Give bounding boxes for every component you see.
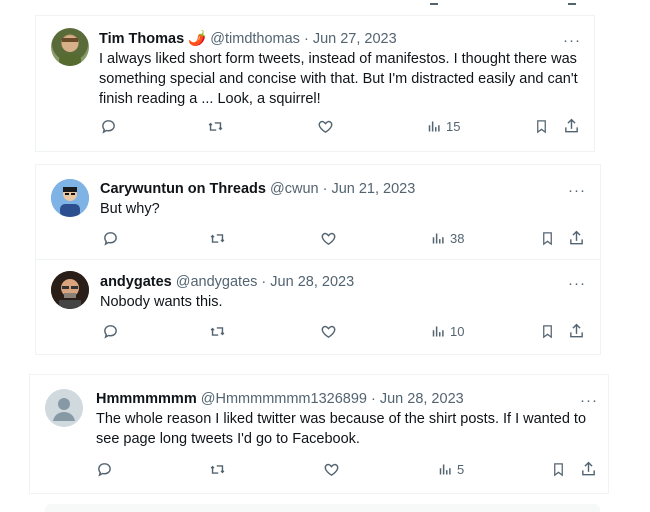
views-count: 10 [450,324,465,339]
like-icon [324,463,339,477]
default-avatar[interactable] [45,389,83,427]
retweet-icon [210,465,225,474]
reply-icon [98,463,111,477]
display-name[interactable]: Hmmmmmmm [96,391,197,407]
share-button[interactable] [568,322,585,340]
like-icon [318,120,333,134]
like-button[interactable] [320,323,337,340]
views-count: 15 [446,119,461,134]
like-button[interactable] [320,230,337,247]
retweet-icon [210,234,225,243]
retweet-button[interactable] [208,461,227,478]
next-tweet-partial [45,504,600,512]
reply-button[interactable] [100,118,117,135]
retweet-icon [208,122,223,131]
reply-button[interactable] [102,230,119,247]
divider [36,259,600,260]
like-icon [321,325,336,339]
tweet-text: I always liked short form tweets, instea… [99,51,578,107]
bookmark-icon [543,232,552,246]
bookmark-button[interactable] [534,118,549,135]
tweet-card: Hmmmmmmm @Hmmmmmmm1326899 · Jun 28, 2023… [29,374,609,494]
tweet-card: Tim Thomas 🌶️ @timdthomas · Jun 27, 2023… [35,15,595,152]
retweet-button[interactable] [206,118,225,135]
tweet-header: andygates @andygates · Jun 28, 2023 [100,273,354,291]
share-icon [570,230,583,245]
display-name[interactable]: Carywuntun on Threads [100,181,266,197]
views-icon [439,464,451,475]
views-count: 38 [450,231,465,246]
display-name[interactable]: Tim Thomas 🌶️ [99,31,206,47]
bookmark-button[interactable] [540,323,555,340]
display-name[interactable]: andygates [100,274,172,290]
retweet-button[interactable] [208,230,227,247]
like-icon [321,232,336,246]
bookmark-icon [537,120,546,134]
handle-date[interactable]: @timdthomas · Jun 27, 2023 [210,31,396,47]
previous-tweet-partial [420,0,590,6]
more-options-button[interactable]: ··· [580,393,598,408]
tweet-text: But why? [100,201,160,217]
retweet-icon [210,327,225,336]
views-button[interactable]: 10 [431,324,464,339]
share-button[interactable] [580,460,597,478]
avatar[interactable] [51,271,89,309]
reply-icon [104,325,117,339]
avatar[interactable] [51,28,89,66]
tweet-header: Hmmmmmmm @Hmmmmmmm1326899 · Jun 28, 2023 [96,390,464,408]
share-icon [582,461,595,476]
share-button[interactable] [568,229,585,247]
tweet-text: Nobody wants this. [100,294,223,310]
views-button[interactable]: 5 [438,462,464,477]
tweet-header: Tim Thomas 🌶️ @timdthomas · Jun 27, 2023 [99,30,397,48]
share-icon [565,118,578,133]
views-button[interactable]: 15 [427,119,460,134]
views-icon [428,121,440,132]
share-icon[interactable] [568,0,576,5]
reply-button[interactable] [96,461,113,478]
handle-date[interactable]: @andygates · Jun 28, 2023 [176,274,354,290]
retweet-button[interactable] [208,323,227,340]
reply-icon [102,120,115,134]
bookmark-button[interactable] [551,461,566,478]
handle-date[interactable]: @cwun · Jun 21, 2023 [270,181,415,197]
views-button[interactable]: 38 [431,231,464,246]
views-icon [432,233,444,244]
views-count: 5 [457,462,465,477]
avatar[interactable] [51,179,89,217]
share-icon [570,323,583,338]
tweet-header: Carywuntun on Threads @cwun · Jun 21, 20… [100,180,415,198]
reply-icon [104,232,117,246]
more-options-button[interactable]: ··· [568,276,586,291]
bookmark-icon [543,325,552,339]
share-button[interactable] [563,117,580,135]
tweet-text: The whole reason I liked twitter was bec… [96,411,587,447]
bookmark-icon[interactable] [430,0,438,5]
more-options-button[interactable]: ··· [563,33,581,48]
handle-date[interactable]: @Hmmmmmmm1326899 · Jun 28, 2023 [201,391,464,407]
bookmark-button[interactable] [540,230,555,247]
reply-button[interactable] [102,323,119,340]
like-button[interactable] [323,461,340,478]
like-button[interactable] [317,118,334,135]
views-icon [432,326,444,337]
more-options-button[interactable]: ··· [568,183,586,198]
tweet-thread-card: Carywuntun on Threads @cwun · Jun 21, 20… [35,164,601,355]
bookmark-icon [554,463,563,477]
